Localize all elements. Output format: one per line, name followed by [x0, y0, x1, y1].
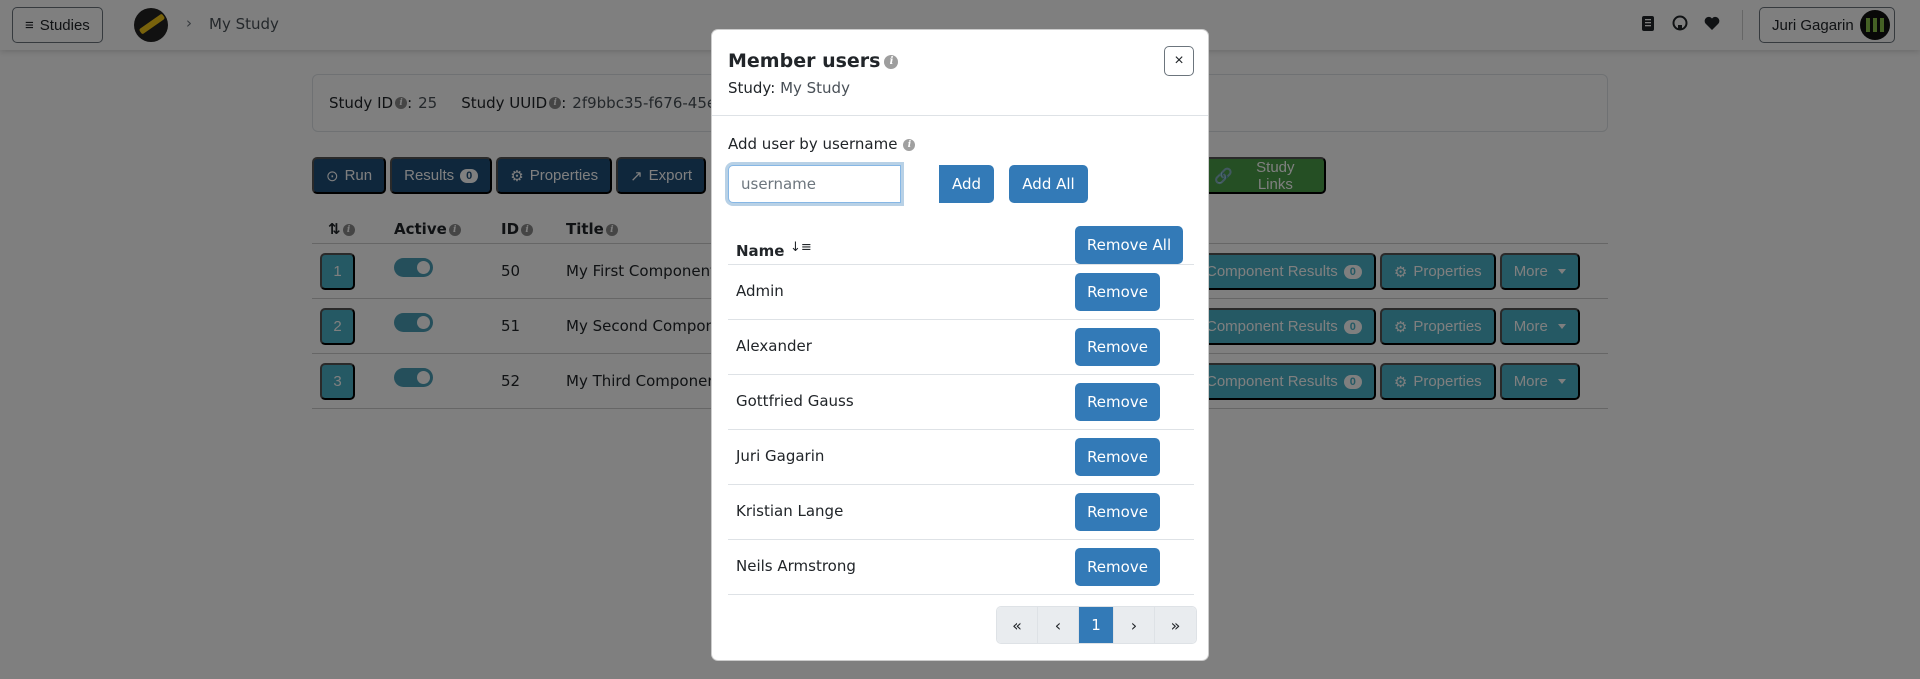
user-row: Alexander Remove [728, 320, 1194, 375]
user-name: Kristian Lange [736, 502, 844, 520]
remove-user-button[interactable]: Remove [1075, 328, 1160, 366]
last-page-button[interactable]: » [1155, 607, 1196, 643]
user-name: Gottfried Gauss [736, 392, 854, 410]
add-user-label: Add user by username i [728, 135, 916, 153]
info-icon[interactable]: i [903, 138, 916, 151]
first-page-button[interactable]: « [997, 607, 1038, 643]
pagination: « ‹ 1 › » [996, 606, 1197, 644]
modal-subtitle: Study: My Study [728, 79, 850, 97]
remove-all-button[interactable]: Remove All [1075, 226, 1183, 264]
username-input[interactable] [728, 165, 901, 203]
page-1-button[interactable]: 1 [1079, 607, 1114, 643]
user-name: Neils Armstrong [736, 557, 856, 575]
name-column-header[interactable]: Name [736, 242, 784, 260]
close-button[interactable]: × [1164, 46, 1194, 76]
remove-user-button[interactable]: Remove [1075, 273, 1160, 311]
user-name: Alexander [736, 337, 812, 355]
user-row: Kristian Lange Remove [728, 485, 1194, 540]
info-icon[interactable]: i [884, 54, 899, 69]
add-all-users-button[interactable]: Add All [1009, 165, 1088, 203]
user-name: Juri Gagarin [736, 447, 825, 465]
remove-user-button[interactable]: Remove [1075, 493, 1160, 531]
user-row: Neils Armstrong Remove [728, 540, 1194, 595]
close-icon: × [1174, 52, 1184, 69]
modal-header: Member users i Study: My Study × [712, 30, 1208, 116]
study-name: My Study [780, 79, 850, 97]
modal-title: Member users i [728, 50, 899, 72]
next-page-button[interactable]: › [1114, 607, 1155, 643]
add-user-button[interactable]: Add [939, 165, 994, 203]
user-row: Juri Gagarin Remove [728, 430, 1194, 485]
remove-user-button[interactable]: Remove [1075, 548, 1160, 586]
remove-user-button[interactable]: Remove [1075, 438, 1160, 476]
users-table-header: Name ↓≡ Remove All [728, 226, 1194, 265]
sort-ascending-icon[interactable]: ↓≡ [790, 240, 812, 255]
user-row: Gottfried Gauss Remove [728, 375, 1194, 430]
user-row: Admin Remove [728, 265, 1194, 320]
remove-user-button[interactable]: Remove [1075, 383, 1160, 421]
member-users-table: Name ↓≡ Remove All Admin Remove Alexande… [728, 226, 1194, 595]
member-users-modal: Member users i Study: My Study × Add user… [711, 29, 1209, 661]
previous-page-button[interactable]: ‹ [1038, 607, 1079, 643]
user-name: Admin [736, 282, 784, 300]
